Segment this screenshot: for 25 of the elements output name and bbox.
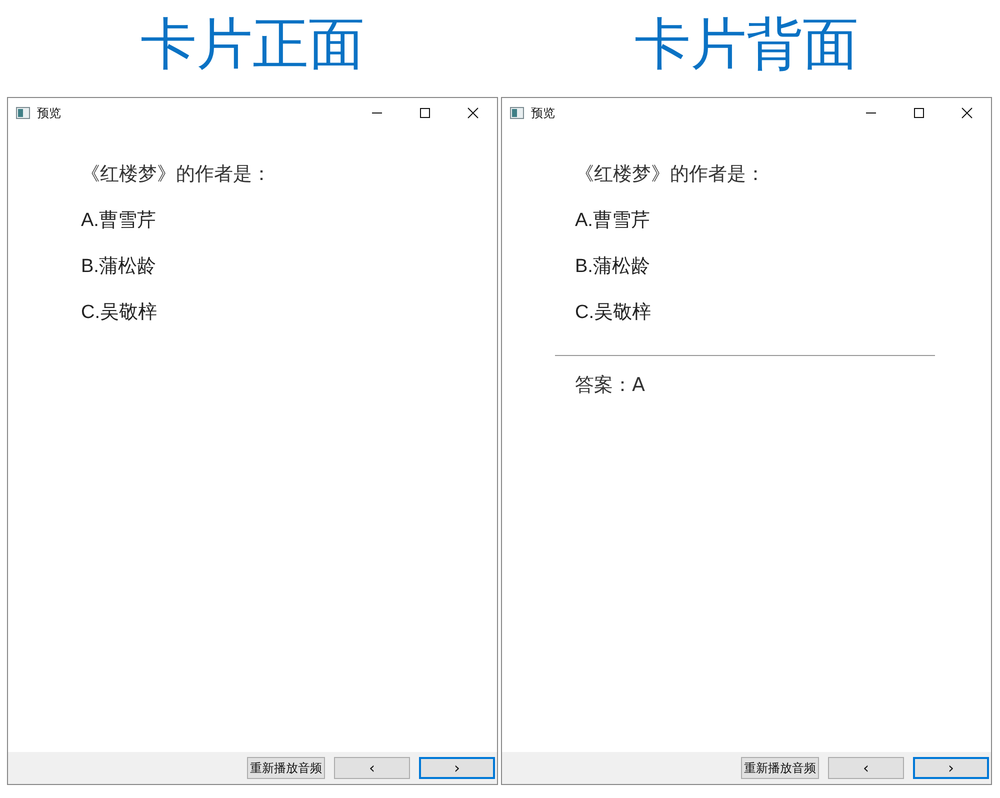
replay-audio-button[interactable]: 重新播放音频 [247,757,325,779]
previous-button[interactable]: ‹ [828,757,904,779]
window-app-icon [16,107,30,119]
next-button[interactable]: › [913,757,989,779]
answer-option: C.吴敬梓 [81,299,497,345]
previous-button[interactable]: ‹ [334,757,410,779]
answer-option: A.曹雪芹 [575,207,991,253]
window-title: 预览 [37,104,61,122]
window-title: 预览 [531,104,555,122]
answer-option: B.蒲松龄 [81,253,497,299]
maximize-icon[interactable] [419,107,431,119]
card-side-heading: 卡片背面 [634,10,860,78]
question-text: 《红楼梦》的作者是： [81,162,272,187]
question-text: 《红楼梦》的作者是： [575,162,766,187]
next-button[interactable]: › [419,757,495,779]
close-icon[interactable] [961,107,973,119]
replay-audio-button[interactable]: 重新播放音频 [741,757,819,779]
answer-text: 答案：A [575,373,646,398]
answer-option: C.吴敬梓 [575,299,991,345]
card-side-heading: 卡片正面 [140,10,366,78]
answer-option: B.蒲松龄 [575,253,991,299]
close-icon[interactable] [467,107,479,119]
maximize-icon[interactable] [913,107,925,119]
window-app-icon [510,107,524,119]
answer-option: A.曹雪芹 [81,207,497,253]
